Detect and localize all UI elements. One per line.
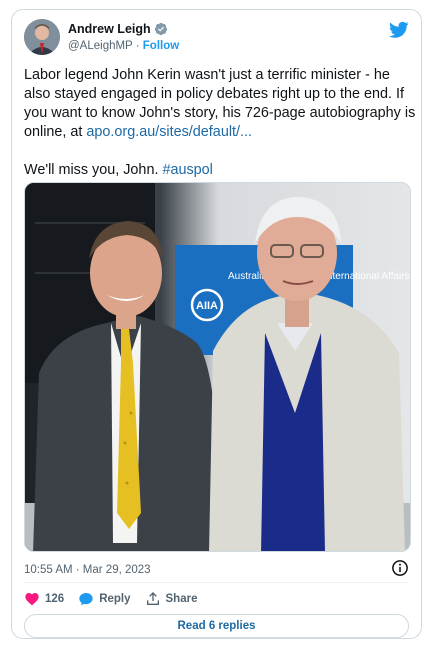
tweet-photo[interactable]: AIIA Australian Institute of Internation… xyxy=(24,182,411,552)
banner-logo-text: AIIA xyxy=(196,300,218,312)
read-replies-button[interactable]: Read 6 replies xyxy=(24,614,409,638)
author-handle-row: @ALeighMP · Follow xyxy=(68,40,179,52)
tweet-link[interactable]: apo.org.au/sites/default/... xyxy=(86,124,252,140)
share-label: Share xyxy=(165,593,198,605)
tweet-text: Labor legend John Kerin wasn't just a te… xyxy=(24,66,416,180)
share-arrow-icon xyxy=(146,592,159,605)
verified-badge-icon xyxy=(154,22,167,36)
author-name[interactable]: Andrew Leigh xyxy=(68,22,151,36)
timestamp-row: 10:55 AM · Mar 29, 2023 xyxy=(24,560,409,576)
read-replies-label: Read 6 replies xyxy=(177,620,256,632)
reply-button[interactable]: Reply xyxy=(78,591,131,607)
like-count: 126 xyxy=(45,593,65,605)
hashtag-auspol[interactable]: #auspol xyxy=(162,162,212,178)
separator-dot: · xyxy=(135,40,143,52)
share-button[interactable]: Share xyxy=(145,591,198,607)
divider xyxy=(24,582,409,583)
follow-button[interactable]: Follow xyxy=(143,40,179,52)
twitter-bird-icon[interactable] xyxy=(389,21,409,39)
photo-illustration: AIIA Australian Institute of Internation… xyxy=(25,183,410,551)
like-button[interactable]: 126 xyxy=(24,591,64,607)
tweet-timestamp[interactable]: 10:55 AM · Mar 29, 2023 xyxy=(24,564,151,576)
info-icon[interactable] xyxy=(391,559,409,577)
heart-icon xyxy=(25,593,39,606)
action-bar: 126 Reply Share xyxy=(24,590,197,608)
author-handle[interactable]: @ALeighMP xyxy=(68,40,133,52)
reply-label: Reply xyxy=(99,593,131,605)
tweet-card: Andrew Leigh @ALeighMP · Follow Labor le… xyxy=(11,9,422,639)
tweet-header: Andrew Leigh @ALeighMP · Follow xyxy=(24,19,409,59)
avatar[interactable] xyxy=(24,19,60,55)
author-name-row: Andrew Leigh xyxy=(68,22,168,36)
tweet-closing-text: We'll miss you, John. xyxy=(24,162,159,178)
speech-bubble-icon xyxy=(79,593,93,606)
